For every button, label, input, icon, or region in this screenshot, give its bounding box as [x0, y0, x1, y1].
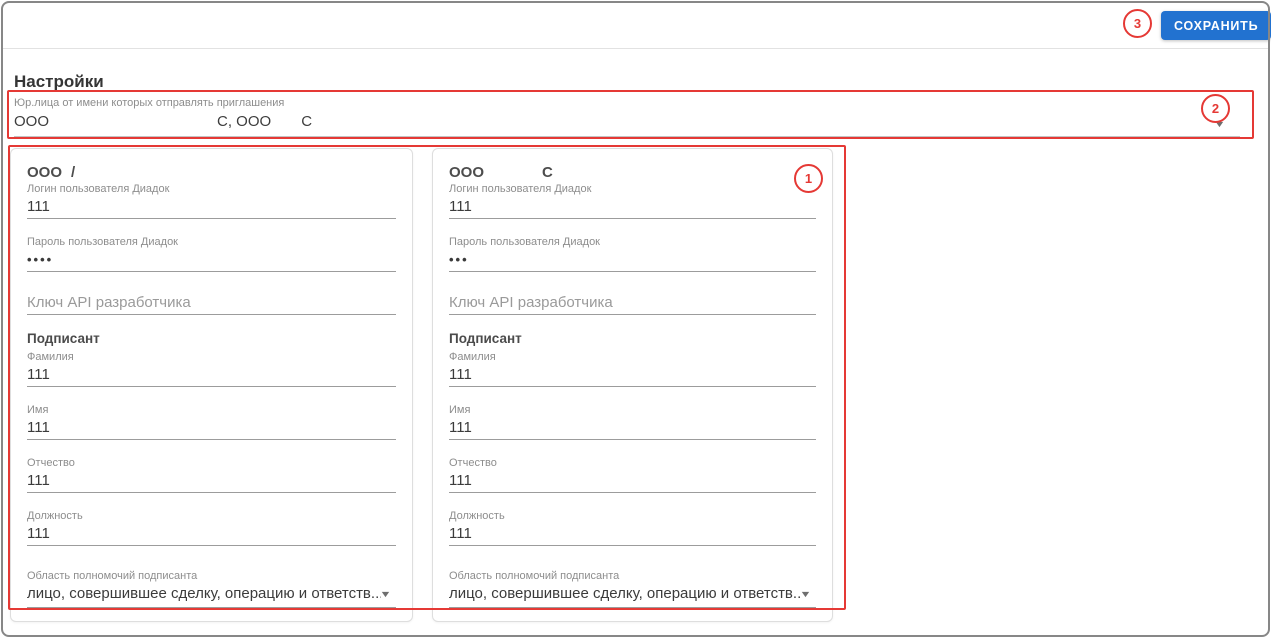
chevron-down-icon: ▼ — [799, 589, 812, 599]
surname-input[interactable] — [449, 364, 816, 387]
org-select-value-part: С, ООО — [217, 113, 272, 130]
login-input[interactable] — [449, 196, 816, 219]
top-bar: СОХРАНИТЬ — [3, 3, 1271, 49]
login-input[interactable] — [27, 196, 396, 219]
authority-label: Область полномочий подписанта — [27, 570, 198, 582]
position-label: Должность — [27, 510, 83, 522]
authority-select-text: лицо, совершившее сделку, операцию и отв… — [27, 585, 382, 602]
chevron-down-icon: ▼ — [379, 589, 392, 599]
password-input[interactable] — [27, 249, 396, 272]
login-field: Логин пользователя Диадок — [449, 183, 816, 219]
org-select-value-part: С — [301, 113, 313, 130]
password-field: Пароль пользователя Диадок — [449, 236, 816, 272]
annotation-circle-3: 3 — [1123, 9, 1152, 38]
authority-select[interactable]: Область полномочий подписанта лицо, сове… — [449, 570, 816, 608]
authority-select-value[interactable]: лицо, совершившее сделку, операцию и отв… — [449, 583, 816, 608]
first-name-input[interactable] — [449, 417, 816, 440]
card-title-part: ООО — [449, 164, 485, 181]
position-input[interactable] — [449, 523, 816, 546]
org-select-value-part: ООО — [14, 113, 50, 130]
annotation-circle-2: 2 — [1201, 94, 1230, 123]
authority-label: Область полномочий подписанта — [449, 570, 620, 582]
annotation-circle-1: 1 — [794, 164, 823, 193]
first-name-label: Имя — [27, 404, 49, 416]
org-select[interactable]: Юр.лица от имени которых отправлять приг… — [14, 97, 1240, 137]
patronymic-label: Отчество — [449, 457, 497, 469]
card-title: ООО / — [27, 164, 396, 181]
signer-heading: Подписант — [27, 331, 100, 346]
patronymic-input[interactable] — [27, 470, 396, 493]
card-title-part: / — [71, 164, 76, 181]
login-field: Логин пользователя Диадок — [27, 183, 396, 219]
password-field: Пароль пользователя Диадок — [27, 236, 396, 272]
first-name-label: Имя — [449, 404, 471, 416]
surname-field: Фамилия — [449, 351, 816, 387]
patronymic-input[interactable] — [449, 470, 816, 493]
position-field: Должность — [27, 510, 396, 546]
api-key-field — [449, 292, 816, 315]
patronymic-field: Отчество — [27, 457, 396, 493]
card-title-part: ООО — [27, 164, 63, 181]
api-key-field — [27, 292, 396, 315]
first-name-field: Имя — [27, 404, 396, 440]
org-settings-card-2: ООО С Логин пользователя Диадок Пароль п… — [432, 148, 833, 622]
signer-heading: Подписант — [449, 331, 522, 346]
login-label: Логин пользователя Диадок — [27, 183, 170, 195]
surname-field: Фамилия — [27, 351, 396, 387]
card-title: ООО С — [449, 164, 816, 181]
position-input[interactable] — [27, 523, 396, 546]
org-select-label: Юр.лица от имени которых отправлять приг… — [14, 97, 285, 109]
surname-input[interactable] — [27, 364, 396, 387]
authority-select[interactable]: Область полномочий подписанта лицо, сове… — [27, 570, 396, 608]
org-select-value[interactable]: ООО С, ООО С ▼ — [14, 110, 1240, 137]
authority-select-value[interactable]: лицо, совершившее сделку, операцию и отв… — [27, 583, 396, 608]
password-label: Пароль пользователя Диадок — [27, 236, 178, 248]
page-title: Настройки — [14, 72, 104, 92]
password-input[interactable] — [449, 249, 816, 272]
api-key-input[interactable] — [449, 292, 816, 315]
card-title-part: С — [542, 164, 553, 181]
position-label: Должность — [449, 510, 505, 522]
surname-label: Фамилия — [27, 351, 74, 363]
first-name-field: Имя — [449, 404, 816, 440]
password-label: Пароль пользователя Диадок — [449, 236, 600, 248]
api-key-input[interactable] — [27, 292, 396, 315]
authority-select-text: лицо, совершившее сделку, операцию и отв… — [449, 585, 802, 602]
org-settings-card-1: ООО / Логин пользователя Диадок Пароль п… — [10, 148, 413, 622]
patronymic-field: Отчество — [449, 457, 816, 493]
position-field: Должность — [449, 510, 816, 546]
save-button[interactable]: СОХРАНИТЬ — [1161, 11, 1271, 40]
patronymic-label: Отчество — [27, 457, 75, 469]
first-name-input[interactable] — [27, 417, 396, 440]
login-label: Логин пользователя Диадок — [449, 183, 592, 195]
surname-label: Фамилия — [449, 351, 496, 363]
